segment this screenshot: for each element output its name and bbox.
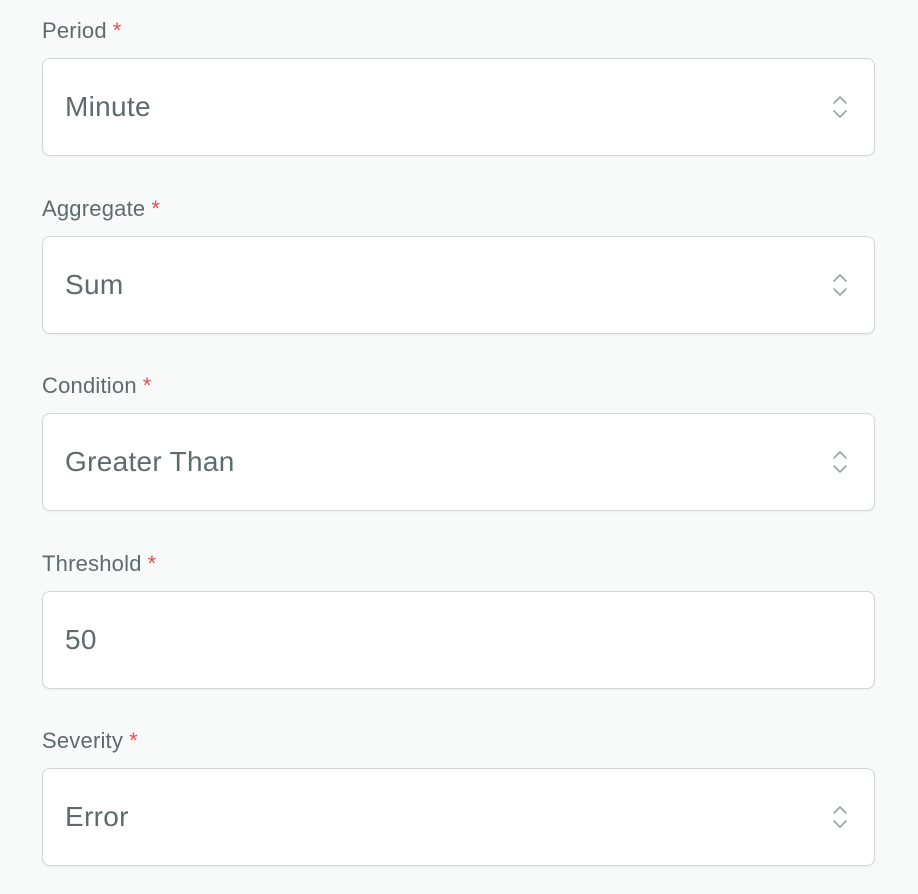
chevron-up-down-icon [833,274,847,296]
period-select[interactable]: Minute [42,58,875,156]
required-marker: * [112,18,122,43]
condition-label-text: Condition [42,373,137,398]
condition-select-value: Greater Than [65,446,235,477]
period-label-text: Period [42,18,107,43]
aggregate-label-text: Aggregate [42,196,146,221]
threshold-field: Threshold * 50 [42,551,875,689]
required-marker: * [151,196,161,221]
condition-field: Condition * Greater Than [42,373,875,511]
severity-label-text: Severity [42,728,124,753]
aggregate-select-value: Sum [65,269,124,300]
alert-form: Period * Minute Aggregate * Sum Condition *… [0,0,918,894]
aggregate-label: Aggregate * [42,196,875,222]
severity-field: Severity * Error [42,728,875,866]
period-select-value: Minute [65,91,151,122]
threshold-input[interactable]: 50 [42,591,875,689]
period-field: Period * Minute [42,18,875,156]
aggregate-select[interactable]: Sum [42,236,875,334]
severity-select-value: Error [65,801,129,832]
chevron-up-down-icon [833,806,847,828]
threshold-label: Threshold * [42,551,875,577]
required-marker: * [147,551,157,576]
severity-label: Severity * [42,728,875,754]
severity-select[interactable]: Error [42,768,875,866]
chevron-up-down-icon [833,96,847,118]
threshold-input-value: 50 [65,624,97,655]
chevron-up-down-icon [833,451,847,473]
condition-label: Condition * [42,373,875,399]
required-marker: * [129,728,138,753]
period-label: Period * [42,18,875,44]
threshold-label-text: Threshold [42,551,142,576]
required-marker: * [142,373,152,398]
aggregate-field: Aggregate * Sum [42,196,875,334]
condition-select[interactable]: Greater Than [42,413,875,511]
